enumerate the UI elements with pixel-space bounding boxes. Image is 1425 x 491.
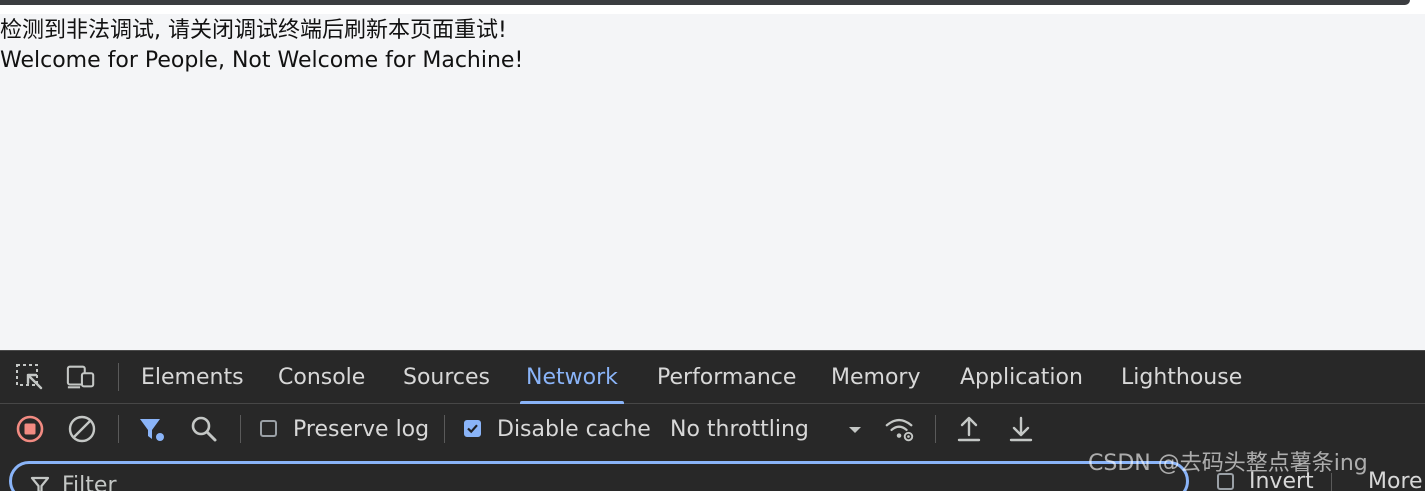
inspect-element-icon[interactable] — [15, 363, 45, 391]
browser-top-edge — [0, 0, 1410, 5]
chevron-down-icon[interactable] — [839, 413, 871, 445]
tab-bar-separator — [118, 363, 119, 391]
tab-sources[interactable]: Sources — [403, 351, 490, 403]
device-toolbar-icon[interactable] — [66, 363, 96, 391]
clear-network-log-icon[interactable] — [66, 413, 98, 445]
toolbar-separator — [935, 415, 936, 443]
more-filters-button[interactable]: More — [1368, 467, 1423, 491]
network-conditions-icon[interactable] — [884, 413, 916, 445]
devtools-tab-bar: Elements Console Sources Network Perform… — [0, 351, 1425, 404]
checkmark-icon — [467, 424, 478, 434]
tab-network[interactable]: Network — [520, 351, 624, 404]
csdn-watermark: CSDN @去码头整点薯条ing — [1088, 451, 1368, 476]
browser-top-strip — [0, 0, 1425, 14]
preserve-log-label[interactable]: Preserve log — [293, 404, 429, 454]
tab-memory[interactable]: Memory — [831, 351, 920, 403]
disable-cache-checkbox[interactable] — [464, 420, 481, 437]
debug-warning-text: 检测到非法调试, 请关闭调试终端后刷新本页面重试! — [0, 18, 507, 43]
stop-recording-icon[interactable] — [14, 413, 46, 445]
throttling-select[interactable]: No throttling — [670, 404, 809, 454]
toolbar-separator — [240, 415, 241, 443]
toolbar-separator — [118, 415, 119, 443]
page-content: 检测到非法调试, 请关闭调试终端后刷新本页面重试! Welcome for Pe… — [0, 16, 1425, 350]
download-icon[interactable] — [1005, 413, 1037, 445]
toolbar-separator — [444, 415, 445, 443]
network-toolbar: Preserve log Disable cache No throttling — [0, 404, 1425, 454]
tab-performance[interactable]: Performance — [657, 351, 796, 403]
tab-console[interactable]: Console — [278, 351, 365, 403]
filter-placeholder: Filter — [62, 473, 117, 491]
filter-funnel-icon[interactable] — [136, 413, 168, 445]
search-icon[interactable] — [188, 413, 220, 445]
filter-icon — [30, 476, 50, 491]
tab-application[interactable]: Application — [960, 351, 1083, 403]
tab-lighthouse[interactable]: Lighthouse — [1121, 351, 1242, 403]
disable-cache-label[interactable]: Disable cache — [497, 404, 651, 454]
welcome-text: Welcome for People, Not Welcome for Mach… — [0, 48, 524, 73]
filter-input[interactable]: Filter — [9, 461, 1189, 491]
tab-elements[interactable]: Elements — [141, 351, 244, 403]
upload-icon[interactable] — [953, 413, 985, 445]
preserve-log-checkbox[interactable] — [260, 420, 277, 437]
